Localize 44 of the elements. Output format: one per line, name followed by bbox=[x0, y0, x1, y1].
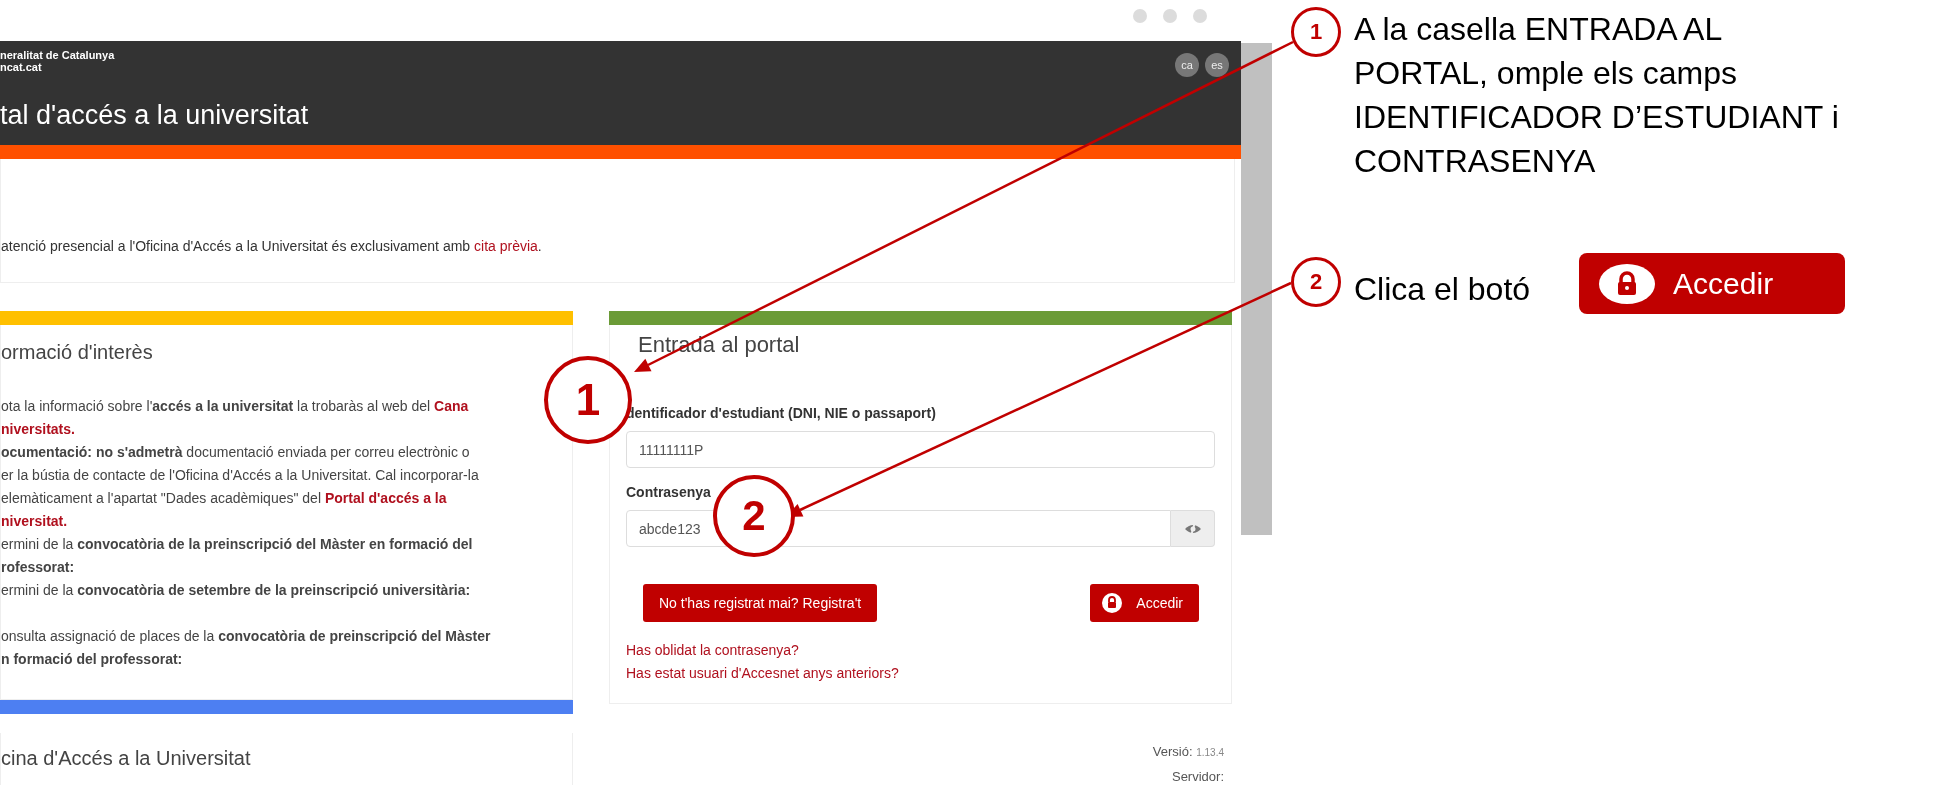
lock-icon bbox=[1102, 593, 1123, 613]
input-field[interactable]: 11111111P bbox=[626, 431, 1215, 468]
field-label: Contrasenya bbox=[626, 483, 712, 502]
version-number: 1.13.4 bbox=[1196, 747, 1224, 758]
card-title: ormació d'interès bbox=[1, 341, 154, 364]
info-text: ocumentació: no s'admetrà documentació enviada per correu electrònic o bbox=[1, 444, 470, 460]
instruction-text: A la casella ENTRADA AL PORTAL, omple els camps IDENTIFICADOR D’ESTUDIANT i CONTRASENYA bbox=[1354, 10, 1839, 181]
language-button[interactable]: es bbox=[1205, 53, 1229, 77]
info-link[interactable]: niversitats. bbox=[1, 421, 75, 437]
notice-text: atenció presencial a l'Oficina d'Accés a la Universitat és exclusivament amb cita prèvia. bbox=[1, 238, 542, 254]
info-text: er la bústia de contacte de l'Oficina d'Accés a la Universitat. Cal incorporar-la bbox=[1, 467, 479, 483]
card-title: cina d'Accés a la Universitat bbox=[1, 747, 252, 770]
window-dot-icon bbox=[1163, 9, 1177, 23]
info-text: elemàticament a l'apartat "Dades acadèmiques" del bbox=[1, 490, 322, 506]
step-number: 1 bbox=[1291, 7, 1341, 57]
version-label: Versió: bbox=[1152, 744, 1193, 759]
help-link[interactable]: Has estat usuari d'Accesnet anys anteriors? bbox=[626, 662, 1215, 685]
brand-text: neralitat de Catalunya bbox=[0, 49, 115, 61]
scrollbar[interactable] bbox=[1241, 43, 1272, 535]
brand-text: ncat.cat bbox=[0, 61, 43, 73]
info-text: ota la informació sobre l'accés a la universitat la trobaràs al web del bbox=[1, 398, 432, 414]
info-link[interactable]: Portal d'accés a la bbox=[324, 490, 447, 506]
info-text: rofessorat: bbox=[1, 559, 75, 575]
info-text: n formació del professorat: bbox=[1, 651, 183, 667]
language-button[interactable]: ca bbox=[1175, 53, 1199, 77]
step-number: 2 bbox=[1291, 256, 1341, 307]
info-text: ermini de la convocatòria de setembre de la preinscripció universitària: bbox=[1, 582, 471, 598]
window-dot-icon bbox=[1193, 9, 1207, 23]
instruction-text: Clica el botó bbox=[1354, 269, 1531, 309]
info-link[interactable]: Cana bbox=[434, 398, 469, 414]
register-button[interactable]: No t'has registrat mai? Registra't bbox=[643, 584, 878, 622]
info-text: ermini de la convocatòria de la preinscripció del Màster en formació del bbox=[1, 536, 473, 552]
window-dot-icon bbox=[1133, 9, 1147, 23]
help-link[interactable]: Has oblidat la contrasenya? bbox=[626, 639, 1215, 662]
access-button[interactable]: Accedir bbox=[1579, 253, 1846, 314]
server-label: Servidor: bbox=[1171, 769, 1224, 784]
toggle-visibility-button[interactable] bbox=[1171, 510, 1215, 547]
step-number: 2 bbox=[713, 475, 795, 557]
appointment-link[interactable]: cita prèvia bbox=[474, 238, 538, 254]
portal-title: tal d'accés a la universitat bbox=[0, 100, 310, 131]
info-text: onsulta assignació de places de la convocatòria de preinscripció del Màster bbox=[1, 628, 491, 644]
lock-icon bbox=[1599, 263, 1656, 304]
access-button[interactable]: Accedir bbox=[1090, 584, 1199, 622]
info-link[interactable]: niversitat. bbox=[1, 513, 68, 529]
